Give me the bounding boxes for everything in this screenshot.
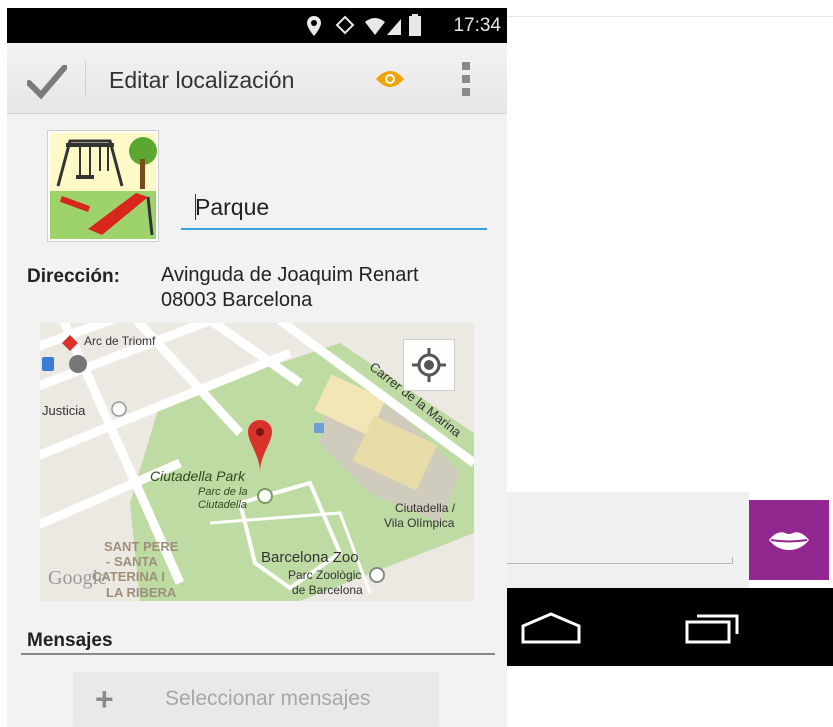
phone-screen-left: 17:34 Editar localización Parque Direcci…	[7, 8, 507, 727]
map-label-park: Ciutadella Park	[150, 468, 245, 484]
my-location-button[interactable]	[403, 339, 455, 391]
my-location-icon	[412, 348, 446, 382]
plus-icon: +	[95, 681, 114, 717]
google-logo: Google	[48, 567, 107, 589]
lips-icon	[769, 532, 809, 550]
status-time: 17:34	[453, 15, 501, 36]
battery-icon	[409, 14, 421, 36]
action-bar-divider	[85, 61, 86, 97]
address-line-1: Avinguda de Joaquim Renart	[161, 264, 419, 286]
message-input-underline-tick	[732, 557, 733, 564]
map-label-zoo: Barcelona Zoo	[261, 549, 359, 566]
map-marker-icon[interactable]	[247, 420, 273, 476]
messages-section-title: Mensajes	[27, 630, 113, 651]
map-label-santpere-1: SANT PERE	[104, 539, 179, 554]
map-label-justicia: Justicia	[42, 403, 86, 418]
messages-divider	[21, 653, 495, 655]
message-input-area[interactable]	[507, 492, 749, 588]
select-messages-label: Seleccionar mensajes	[165, 687, 371, 710]
speak-button[interactable]	[749, 500, 829, 580]
map-label-zoo-2: Parc Zoològic	[288, 568, 362, 582]
address-label: Dirección:	[27, 266, 120, 287]
map-label-santpere-2: - SANTA	[106, 554, 158, 569]
overflow-menu-icon[interactable]	[461, 60, 471, 100]
address-line-2: 08003 Barcelona	[161, 289, 313, 311]
location-picture[interactable]	[47, 130, 159, 242]
eye-icon[interactable]	[375, 69, 405, 89]
right-panel-top-divider	[507, 16, 833, 17]
check-icon[interactable]	[27, 65, 67, 99]
map-label-parc2: Ciutadella	[198, 499, 247, 511]
text-cursor	[195, 194, 196, 220]
home-icon[interactable]	[521, 612, 581, 644]
signal-icon	[387, 19, 401, 35]
map-label-parc1: Parc de la	[198, 486, 248, 498]
message-input-underline	[507, 563, 733, 564]
map-label-ciutadella-1: Ciutadella /	[395, 501, 456, 515]
map-label-ciutadella-2: Vila Olímpica	[384, 516, 455, 530]
location-name-input[interactable]	[181, 186, 487, 230]
recents-icon[interactable]	[685, 612, 741, 644]
rotate-icon	[335, 15, 355, 35]
navigation-bar	[507, 588, 833, 666]
map-label-arc: Arc de Triomf	[84, 334, 156, 348]
location-pin-icon	[307, 16, 321, 36]
playground-icon	[50, 133, 157, 239]
page-title: Editar localización	[109, 67, 295, 93]
map-label-santpere-4: LA RIBERA	[106, 585, 177, 600]
status-bar: 17:34	[7, 8, 507, 43]
select-messages-button[interactable]: + Seleccionar mensajes	[73, 672, 439, 727]
wifi-icon	[365, 18, 401, 35]
action-bar: Editar localización	[7, 43, 507, 114]
map-label-zoo-3: de Barcelona	[292, 583, 363, 597]
